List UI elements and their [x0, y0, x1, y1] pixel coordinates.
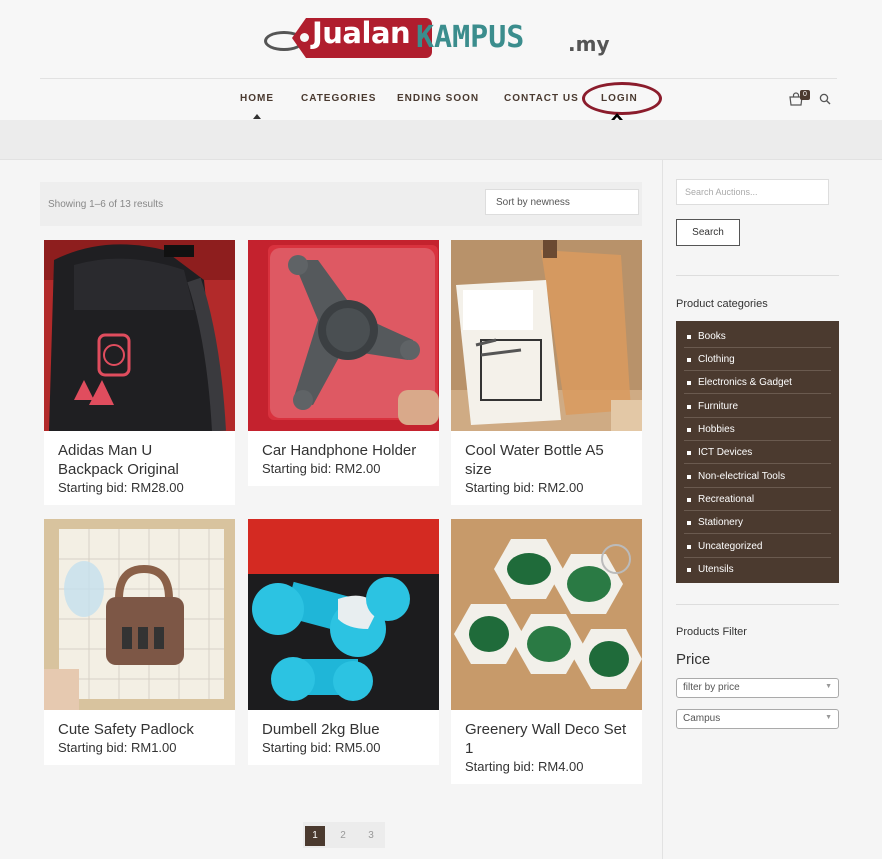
shop-toolbar: Showing 1–6 of 13 results Sort by newnes…: [40, 182, 642, 226]
category-item[interactable]: Electronics & Gadget: [684, 371, 831, 394]
sidebar-divider: [662, 160, 663, 859]
nav-active-indicator: [253, 114, 261, 119]
campus-filter-value: Campus: [683, 713, 721, 724]
auction-search-input[interactable]: Search Auctions...: [676, 179, 829, 205]
search-icon[interactable]: [819, 93, 831, 105]
page-2[interactable]: 2: [333, 826, 353, 846]
nav-home[interactable]: HOME: [240, 93, 274, 104]
page-3[interactable]: 3: [361, 826, 381, 846]
chevron-down-icon: ▼: [825, 714, 832, 721]
category-item[interactable]: Uncategorized: [684, 535, 831, 558]
category-item[interactable]: Utensils: [684, 558, 831, 581]
logo-tag-text: Jualan: [312, 16, 411, 50]
category-list: Books Clothing Electronics & Gadget Furn…: [676, 321, 839, 583]
campus-filter-select[interactable]: Campus ▼: [676, 709, 839, 729]
product-image-water-bottle[interactable]: [451, 240, 642, 431]
result-count: Showing 1–6 of 13 results: [48, 199, 164, 210]
categories-heading: Product categories: [676, 298, 768, 310]
chevron-down-icon: ▼: [825, 683, 832, 690]
product-title[interactable]: Cute Safety Padlock: [44, 710, 235, 739]
product-card[interactable]: Car Handphone Holder Starting bid: RM2.0…: [248, 240, 439, 486]
product-price: Starting bid: RM4.00: [465, 759, 584, 774]
product-price: Starting bid: RM28.00: [58, 480, 184, 495]
product-image-dumbbell[interactable]: [248, 519, 439, 710]
cart-count-badge: 0: [800, 90, 810, 100]
login-highlight-circle: [582, 82, 662, 115]
product-title[interactable]: Cool Water Bottle A5 size: [451, 431, 642, 479]
page-title-band: [0, 120, 882, 160]
category-item[interactable]: Non-electrical Tools: [684, 465, 831, 488]
price-filter-select[interactable]: filter by price ▼: [676, 678, 839, 698]
sidebar-separator: [676, 604, 839, 605]
product-image-phone-holder[interactable]: [248, 240, 439, 431]
category-item[interactable]: ICT Devices: [684, 441, 831, 464]
price-filter-value: filter by price: [683, 682, 740, 693]
pagination: 1 2 3: [303, 822, 385, 848]
page-1[interactable]: 1: [305, 826, 325, 846]
product-card[interactable]: Cool Water Bottle A5 size Starting bid: …: [451, 240, 642, 505]
nav-categories[interactable]: CATEGORIES: [301, 93, 376, 104]
auction-search-button[interactable]: Search: [676, 219, 740, 246]
logo-suffix-text: .my: [568, 32, 610, 56]
product-card[interactable]: Cute Safety Padlock Starting bid: RM1.00: [44, 519, 235, 765]
product-price: Starting bid: RM2.00: [262, 461, 381, 476]
category-item[interactable]: Furniture: [684, 395, 831, 418]
sidebar-separator: [676, 275, 839, 276]
product-image-backpack[interactable]: [44, 240, 235, 431]
product-title[interactable]: Adidas Man U Backpack Original: [44, 431, 235, 479]
category-item[interactable]: Books: [684, 325, 831, 348]
header-divider: [40, 78, 837, 79]
product-title[interactable]: Greenery Wall Deco Set 1: [451, 710, 642, 758]
nav-contact-us[interactable]: CONTACT US: [504, 93, 579, 104]
product-title[interactable]: Car Handphone Holder: [248, 431, 439, 460]
product-card[interactable]: Adidas Man U Backpack Original Starting …: [44, 240, 235, 505]
product-image-padlock[interactable]: [44, 519, 235, 710]
category-item[interactable]: Hobbies: [684, 418, 831, 441]
sort-select[interactable]: Sort by newness: [485, 189, 639, 215]
product-title[interactable]: Dumbell 2kg Blue: [248, 710, 439, 739]
category-item[interactable]: Clothing: [684, 348, 831, 371]
product-card[interactable]: Greenery Wall Deco Set 1 Starting bid: R…: [451, 519, 642, 784]
site-logo[interactable]: Jualan KAMPUS .my: [262, 14, 622, 64]
category-item[interactable]: Recreational: [684, 488, 831, 511]
product-price: Starting bid: RM5.00: [262, 740, 381, 755]
nav-ending-soon[interactable]: ENDING SOON: [397, 93, 479, 104]
price-heading: Price: [676, 651, 711, 668]
product-image-wall-deco[interactable]: [451, 519, 642, 710]
filter-heading: Products Filter: [676, 626, 747, 638]
product-price: Starting bid: RM2.00: [465, 480, 584, 495]
logo-tag-hole: [300, 33, 309, 42]
category-item[interactable]: Stationery: [684, 511, 831, 534]
product-card[interactable]: Dumbell 2kg Blue Starting bid: RM5.00: [248, 519, 439, 765]
product-price: Starting bid: RM1.00: [58, 740, 177, 755]
logo-main-text: KAMPUS: [416, 20, 525, 55]
